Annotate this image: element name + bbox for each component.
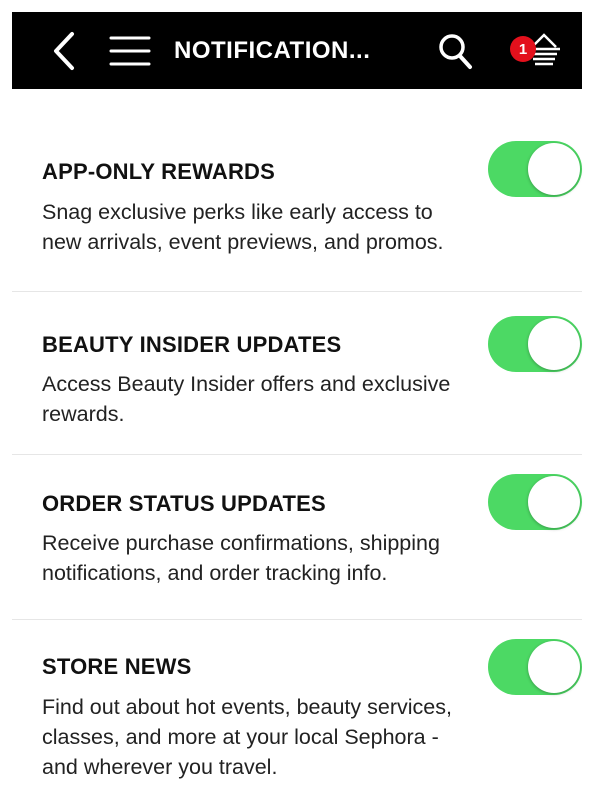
store-news-toggle[interactable] [488, 639, 582, 695]
menu-button[interactable] [106, 12, 154, 89]
frame-edge-left [0, 0, 12, 803]
setting-row-order-status-updates: ORDER STATUS UPDATES Receive purchase co… [12, 455, 582, 619]
hamburger-menu-icon [109, 36, 151, 65]
order-status-updates-toggle[interactable] [488, 474, 582, 530]
basket-count-badge: 1 [510, 36, 536, 62]
setting-title: STORE NEWS [42, 654, 192, 679]
setting-description: Find out about hot events, beauty servic… [42, 695, 452, 779]
chevron-left-icon [54, 31, 74, 70]
setting-description: Access Beauty Insider offers and exclusi… [42, 372, 451, 426]
setting-title: ORDER STATUS UPDATES [42, 491, 326, 516]
setting-row-store-news: STORE NEWS Find out about hot events, be… [12, 620, 582, 803]
basket-button[interactable]: 1 [504, 12, 564, 89]
back-button[interactable] [42, 12, 86, 89]
toggle-knob [528, 641, 580, 693]
beauty-insider-updates-toggle[interactable] [488, 316, 582, 372]
page-title: NOTIFICATION... [174, 37, 371, 64]
setting-row-app-only-rewards: APP-ONLY REWARDS Snag exclusive perks li… [12, 89, 582, 291]
app-only-rewards-toggle[interactable] [488, 141, 582, 197]
search-button[interactable] [432, 12, 478, 89]
toggle-knob [528, 318, 580, 370]
top-nav-bar: NOTIFICATION... 1 [12, 12, 582, 89]
setting-description: Snag exclusive perks like early access t… [42, 200, 444, 254]
toggle-knob [528, 476, 580, 528]
setting-title: BEAUTY INSIDER UPDATES [42, 332, 342, 357]
search-icon [439, 33, 472, 69]
frame-edge-right [582, 0, 594, 803]
setting-title: APP-ONLY REWARDS [42, 159, 276, 184]
setting-description: Receive purchase confirmations, shipping… [42, 531, 440, 585]
toggle-knob [528, 143, 580, 195]
setting-row-beauty-insider-updates: BEAUTY INSIDER UPDATES Access Beauty Ins… [12, 292, 582, 454]
